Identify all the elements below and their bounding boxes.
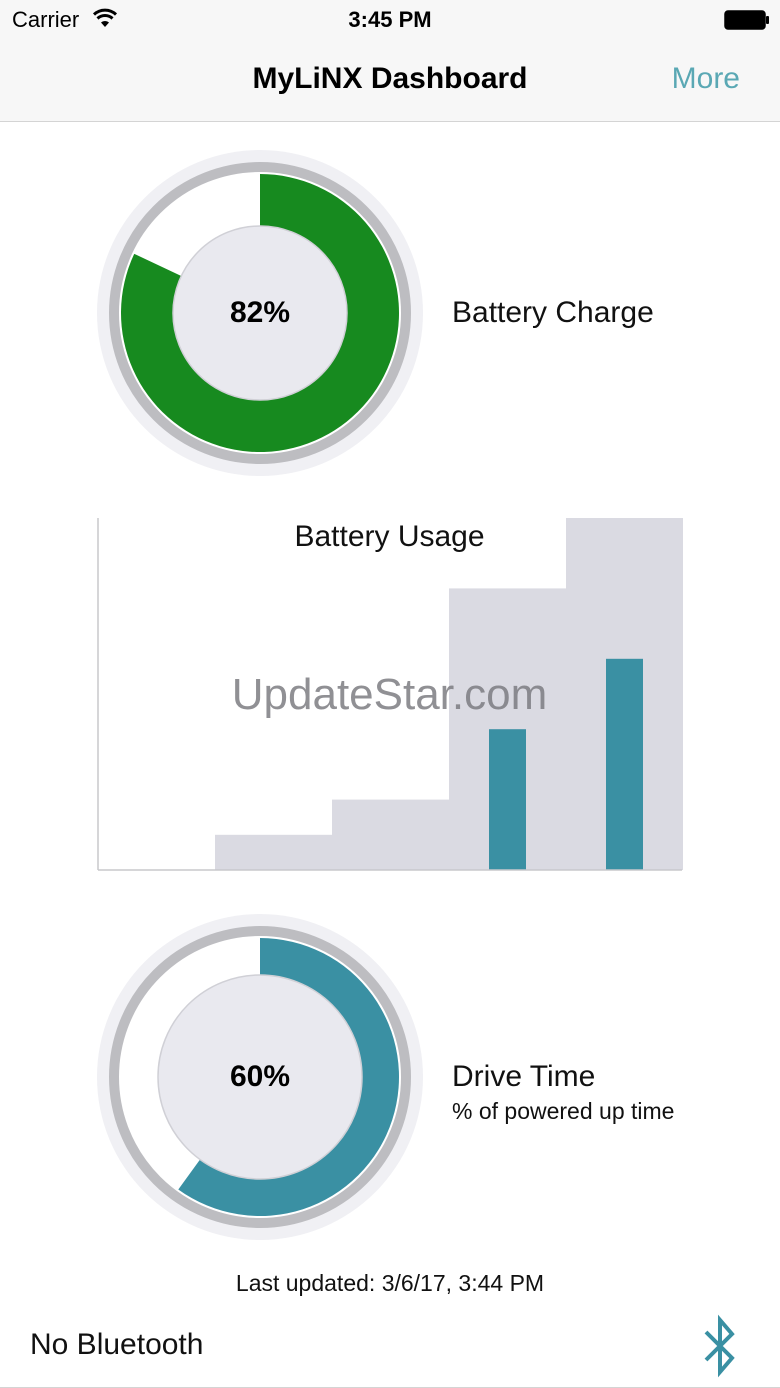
battery-charge-label: Battery Charge (452, 296, 654, 329)
drive-time-label: Drive Time (452, 1060, 596, 1093)
clock: 3:45 PM (348, 7, 432, 32)
bottom-bar: No Bluetooth (0, 1310, 780, 1388)
page-title: MyLiNX Dashboard (252, 62, 528, 95)
more-button[interactable]: More (672, 62, 740, 96)
bluetooth-icon[interactable] (702, 1314, 738, 1378)
battery-icon (724, 10, 769, 30)
usage-background-bar (332, 799, 449, 870)
battery-usage-title: Battery Usage (294, 520, 485, 553)
battery-charge-value: 82% (229, 296, 291, 329)
last-updated-text: Last updated: 3/6/17, 3:44 PM (235, 1270, 545, 1296)
watermark: UpdateStar.com (231, 670, 548, 719)
drive-time-sublabel: % of powered up time (452, 1098, 675, 1124)
drive-time-value: 60% (229, 1060, 291, 1093)
usage-background-bar (215, 834, 332, 870)
status-bar: Carrier 3:45 PM (0, 0, 780, 40)
bluetooth-status: No Bluetooth (30, 1328, 204, 1361)
usage-bar (489, 729, 526, 870)
navigation-bar: MyLiNX Dashboard More (0, 40, 780, 122)
